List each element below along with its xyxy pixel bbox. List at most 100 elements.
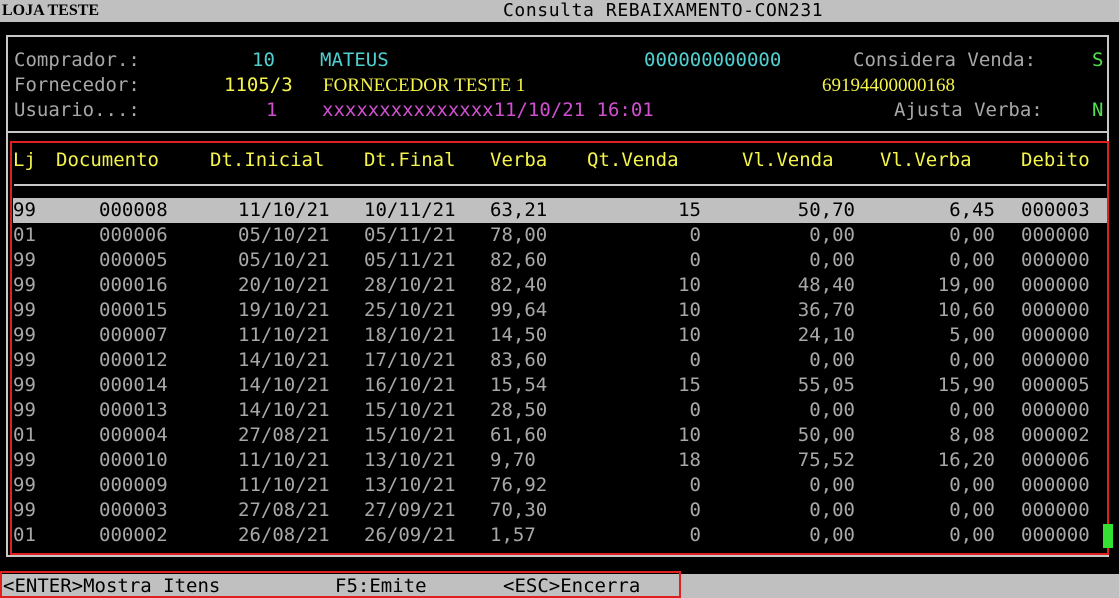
cell-dt-inicial: 05/10/21 [238, 249, 330, 271]
cell-verba: 78,00 [490, 224, 548, 246]
cell-vl-verba: 8,08 [949, 424, 995, 446]
cell-debito: 000000 [1021, 299, 1090, 321]
cell-qt-venda: 0 [689, 249, 701, 271]
usuario-label: Usuario...: [14, 99, 140, 121]
table-row[interactable]: 99 000016 20/10/21 28/10/21 82,40 10 48,40 19,0… [13, 273, 1107, 298]
cell-debito: 000000 [1021, 349, 1090, 371]
cell-qt-venda: 0 [689, 499, 701, 521]
cell-dt-inicial: 20/10/21 [238, 274, 330, 296]
cell-dt-final: 18/10/21 [364, 324, 456, 346]
cell-documento: 000012 [99, 349, 168, 371]
cell-qt-venda: 0 [689, 349, 701, 371]
cell-debito: 000000 [1021, 274, 1090, 296]
cell-dt-final: 10/11/21 [364, 199, 456, 221]
cell-dt-final: 15/10/21 [364, 424, 456, 446]
cell-vl-venda: 55,05 [797, 374, 855, 396]
cell-documento: 000003 [99, 499, 168, 521]
comprador-label: Comprador.: [14, 49, 140, 71]
cell-documento: 000014 [99, 374, 168, 396]
cell-vl-verba: 0,00 [949, 349, 995, 371]
cell-vl-verba: 0,00 [949, 224, 995, 246]
usuario-name-datetime: xxxxxxxxxxxxxxx11/10/21 16:01 [322, 99, 654, 121]
cell-verba: 63,21 [490, 199, 548, 221]
col-header-dt-final: Dt.Final [364, 149, 456, 171]
ajusta-verba-value[interactable]: N [1092, 98, 1103, 123]
cell-lj: 99 [13, 449, 36, 471]
cell-verba: 70,30 [490, 499, 548, 521]
cell-verba: 15,54 [490, 374, 548, 396]
cell-vl-verba: 0,00 [949, 499, 995, 521]
header-separator [14, 184, 1106, 186]
col-header-verba: Verba [490, 149, 548, 171]
cell-dt-inicial: 11/10/21 [238, 474, 330, 496]
store-name: LOJA TESTE [2, 2, 100, 19]
cell-documento: 000007 [99, 324, 168, 346]
fornecedor-cnpj: 69194400000168 [822, 75, 955, 96]
cell-documento: 000009 [99, 474, 168, 496]
cell-dt-final: 13/10/21 [364, 449, 456, 471]
cell-dt-inicial: 14/10/21 [238, 399, 330, 421]
cell-documento: 000005 [99, 249, 168, 271]
cell-dt-final: 15/10/21 [364, 399, 456, 421]
table-row[interactable]: 99 000009 11/10/21 13/10/21 76,92 0 0,00 0,00 00… [13, 473, 1107, 498]
cell-lj: 99 [13, 199, 36, 221]
table-row[interactable]: 99 000005 05/10/21 05/11/21 82,60 0 0,00 0,00 00… [13, 248, 1107, 273]
col-header-dt-inicial: Dt.Inicial [210, 149, 325, 171]
cell-vl-verba: 6,45 [949, 199, 995, 221]
cell-dt-inicial: 26/08/21 [238, 524, 330, 546]
cell-debito: 000000 [1021, 249, 1090, 271]
cell-verba: 9,70 [490, 449, 536, 471]
cell-debito: 000000 [1021, 324, 1090, 346]
table-row[interactable]: 99 000015 19/10/21 25/10/21 99,64 10 36,70 10,6… [13, 298, 1107, 323]
cell-vl-venda: 50,00 [797, 424, 855, 446]
cell-vl-verba: 0,00 [949, 474, 995, 496]
table-row[interactable]: 99 000010 11/10/21 13/10/21 9,70 18 75,52 16,20… [13, 448, 1107, 473]
cell-verba: 28,50 [490, 399, 548, 421]
cell-dt-final: 17/10/21 [364, 349, 456, 371]
cell-verba: 82,40 [490, 274, 548, 296]
cell-vl-venda: 0,00 [809, 249, 855, 271]
cell-dt-inicial: 05/10/21 [238, 224, 330, 246]
table-row[interactable]: 99 000013 14/10/21 15/10/21 28,50 0 0,00 0,00 00… [13, 398, 1107, 423]
cell-debito: 000000 [1021, 524, 1090, 546]
table-row[interactable]: 99 000014 14/10/21 16/10/21 15,54 15 55,05 15,9… [13, 373, 1107, 398]
cell-documento: 000013 [99, 399, 168, 421]
table-row[interactable]: 99 000012 14/10/21 17/10/21 83,60 0 0,00 0,00 00… [13, 348, 1107, 373]
cell-lj: 99 [13, 499, 36, 521]
cell-dt-inicial: 14/10/21 [238, 349, 330, 371]
cell-debito: 000000 [1021, 224, 1090, 246]
considera-venda-value[interactable]: S [1092, 48, 1103, 73]
cell-qt-venda: 10 [678, 274, 701, 296]
cell-dt-inicial: 11/10/21 [238, 199, 330, 221]
cell-vl-venda: 0,00 [809, 499, 855, 521]
cell-vl-venda: 50,70 [797, 199, 855, 221]
cell-verba: 76,92 [490, 474, 548, 496]
usuario-code: 1 [266, 99, 278, 121]
cell-verba: 14,50 [490, 324, 548, 346]
table-row[interactable]: 01 000004 27/08/21 15/10/21 61,60 10 50,00 8,08… [13, 423, 1107, 448]
table-row[interactable]: 99 000003 27/08/21 27/09/21 70,30 0 0,00 0,00 00… [13, 498, 1107, 523]
cell-lj: 01 [13, 424, 36, 446]
cell-dt-inicial: 27/08/21 [238, 499, 330, 521]
cell-dt-final: 26/09/21 [364, 524, 456, 546]
col-header-vl-verba: Vl.Verba [880, 149, 972, 171]
cell-vl-venda: 75,52 [797, 449, 855, 471]
fornecedor-name: FORNECEDOR TESTE 1 [323, 75, 526, 96]
table-header-row: Lj Documento Dt.Inicial Dt.Final Verba Q… [13, 148, 1107, 173]
cell-vl-venda: 24,10 [797, 324, 855, 346]
cell-qt-venda: 10 [678, 424, 701, 446]
col-header-qt-venda: Qt.Venda [587, 149, 679, 171]
cell-vl-verba: 16,20 [937, 449, 995, 471]
cell-documento: 000006 [99, 224, 168, 246]
cell-debito: 000003 [1021, 199, 1090, 221]
table-row[interactable]: 01 000002 26/08/21 26/09/21 1,57 0 0,00 0,00 000… [13, 523, 1107, 548]
table-row-selected[interactable]: 99 000008 11/10/21 10/11/21 63,21 15 50,70 6,45… [13, 198, 1107, 223]
cell-dt-final: 05/11/21 [364, 249, 456, 271]
cell-debito: 000002 [1021, 424, 1090, 446]
cell-lj: 99 [13, 324, 36, 346]
comprador-name: MATEUS [320, 49, 389, 71]
cell-dt-final: 13/10/21 [364, 474, 456, 496]
cursor-block [1103, 524, 1113, 548]
table-row[interactable]: 99 000007 11/10/21 18/10/21 14,50 10 24,10 5,00… [13, 323, 1107, 348]
table-row[interactable]: 01 000006 05/10/21 05/11/21 78,00 0 0,00 0,00 00… [13, 223, 1107, 248]
